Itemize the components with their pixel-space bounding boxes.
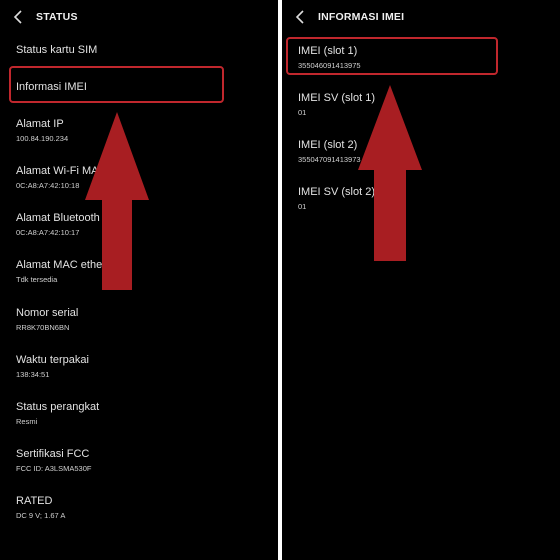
- list-item-title: Alamat Bluetooth: [16, 212, 100, 224]
- page-title: INFORMASI IMEI: [318, 11, 405, 23]
- list-item-title: Nomor serial: [16, 307, 79, 319]
- list-item-title: Alamat IP: [16, 118, 64, 130]
- back-chevron-icon[interactable]: [12, 9, 26, 25]
- list-item-title: Waktu terpakai: [16, 354, 89, 366]
- list-item-value: RR8K70BN6BN: [16, 323, 70, 332]
- page-title: STATUS: [36, 11, 78, 23]
- list-item-value: 355046091413975: [298, 61, 361, 70]
- list-item-value: Resmi: [16, 417, 38, 426]
- list-item-title: IMEI (slot 2): [298, 139, 358, 151]
- status-header: STATUS: [0, 0, 278, 34]
- imei-info-screen: INFORMASI IMEI IMEI (slot 1) 35504609141…: [282, 0, 560, 560]
- back-chevron-icon[interactable]: [294, 9, 308, 25]
- list-item-value: FCC ID: A3LSMA530F: [16, 464, 92, 473]
- list-item-imei-sv-slot-1[interactable]: IMEI SV (slot 1) 01: [282, 92, 560, 126]
- list-item-value: 138:34:51: [16, 370, 50, 379]
- list-item-title: Sertifikasi FCC: [16, 448, 90, 460]
- list-item-serial-number[interactable]: Nomor serial RR8K70BN6BN: [0, 307, 278, 341]
- list-item-title: IMEI SV (slot 1): [298, 92, 376, 104]
- imei-header: INFORMASI IMEI: [282, 0, 560, 34]
- list-item-wifi-mac[interactable]: Alamat Wi-Fi MAC 0C:A8:A7:42:10:18: [0, 165, 278, 199]
- status-screen: STATUS Status kartu SIM Informasi IMEI A…: [0, 0, 278, 560]
- list-item-imei-info[interactable]: Informasi IMEI: [0, 81, 278, 115]
- list-item-ip-address[interactable]: Alamat IP 100.84.190.234: [0, 118, 278, 152]
- list-item-title: Status perangkat: [16, 401, 100, 413]
- list-item-title: IMEI SV (slot 2): [298, 186, 376, 198]
- list-item-value: Tdk tersedia: [16, 275, 58, 284]
- list-item-value: 01: [298, 108, 307, 117]
- list-item-value: 0C:A8:A7:42:10:17: [16, 228, 80, 237]
- list-item-title: Status kartu SIM: [16, 44, 98, 56]
- list-item-imei-slot-2[interactable]: IMEI (slot 2) 355047091413973: [282, 139, 560, 173]
- list-item-device-status[interactable]: Status perangkat Resmi: [0, 401, 278, 435]
- list-item-title: Alamat Wi-Fi MAC: [16, 165, 107, 177]
- list-item-uptime[interactable]: Waktu terpakai 138:34:51: [0, 354, 278, 388]
- list-item-value: 355047091413973: [298, 155, 361, 164]
- list-item-value: 0C:A8:A7:42:10:18: [16, 181, 80, 190]
- list-item-imei-slot-1[interactable]: IMEI (slot 1) 355046091413975: [282, 45, 560, 79]
- list-item-imei-sv-slot-2[interactable]: IMEI SV (slot 2) 01: [282, 186, 560, 220]
- list-item-title: Alamat MAC ethernet: [16, 259, 122, 271]
- list-item-ethernet-mac[interactable]: Alamat MAC ethernet Tdk tersedia: [0, 259, 278, 293]
- list-item-bluetooth-address[interactable]: Alamat Bluetooth 0C:A8:A7:42:10:17: [0, 212, 278, 246]
- list-item-value: 100.84.190.234: [16, 134, 69, 143]
- list-item-rated[interactable]: RATED DC 9 V; 1.67 A: [0, 495, 278, 529]
- list-item-value: DC 9 V; 1.67 A: [16, 511, 66, 520]
- list-item-title: IMEI (slot 1): [298, 45, 358, 57]
- list-item-fcc-certification[interactable]: Sertifikasi FCC FCC ID: A3LSMA530F: [0, 448, 278, 482]
- list-item-value: 01: [298, 202, 307, 211]
- list-item-title: Informasi IMEI: [16, 81, 87, 93]
- list-item-sim-status[interactable]: Status kartu SIM: [0, 44, 278, 78]
- list-item-title: RATED: [16, 495, 53, 507]
